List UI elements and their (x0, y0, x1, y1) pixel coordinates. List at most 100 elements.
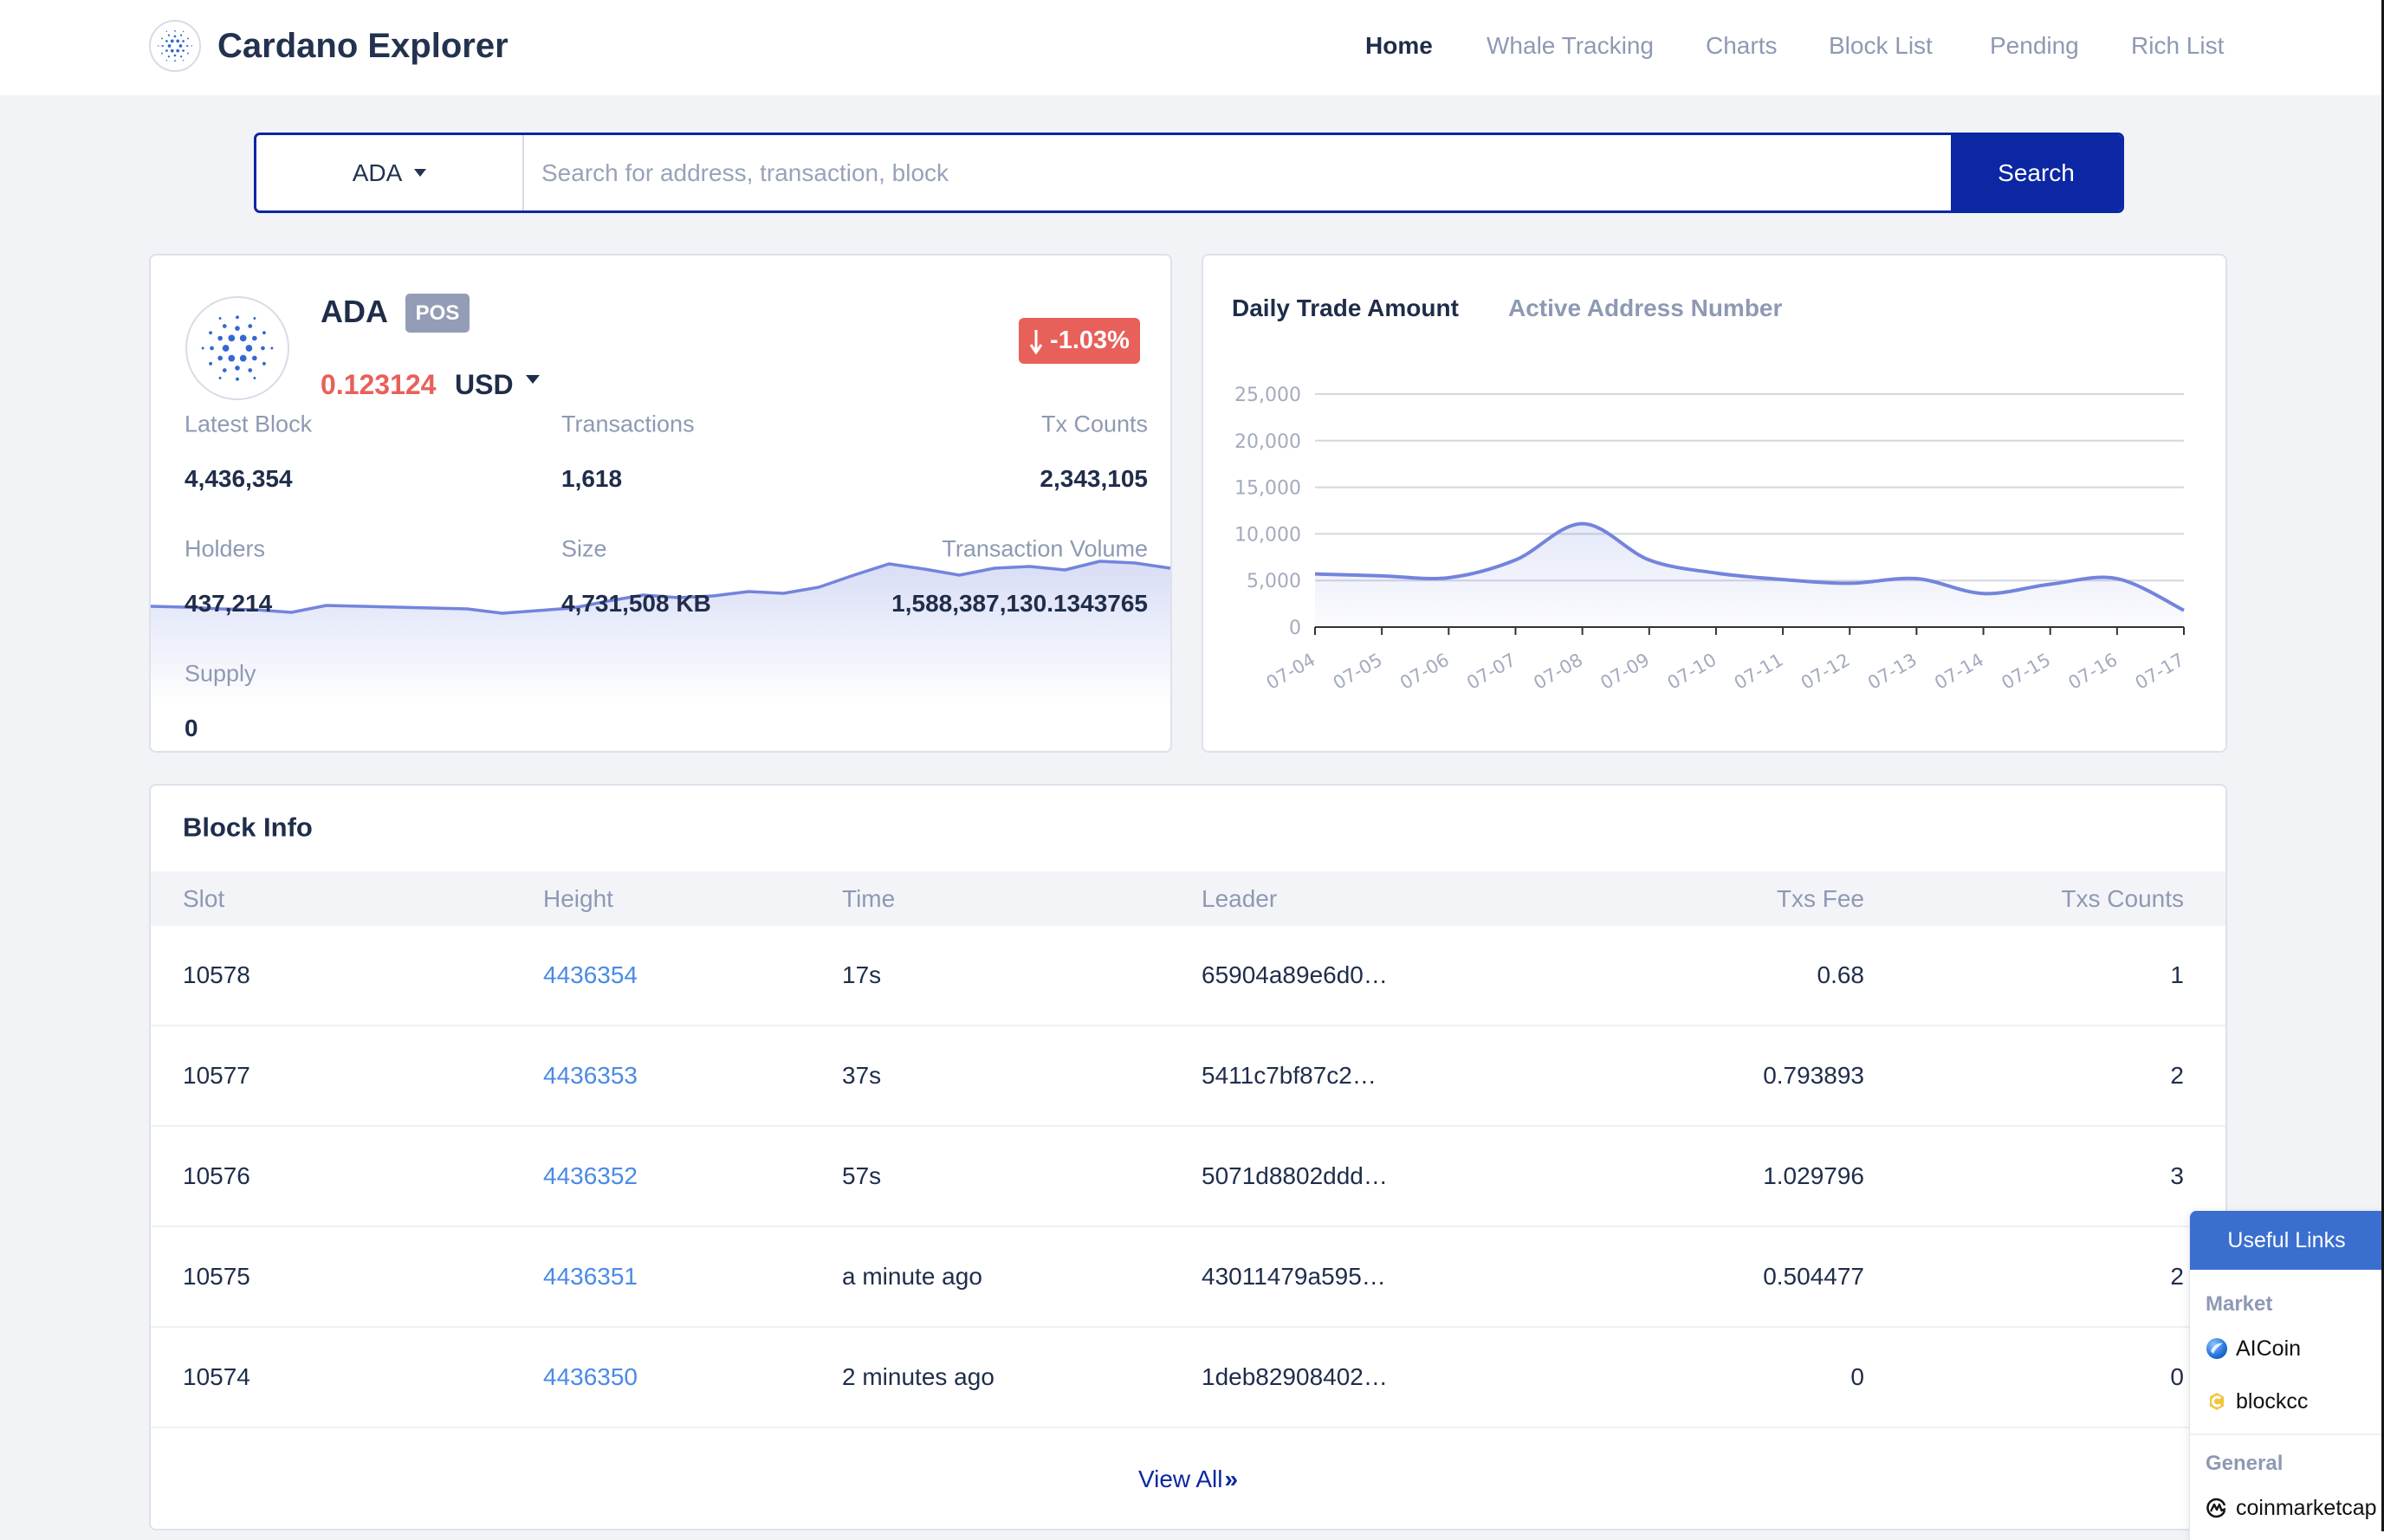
block-info-card: Block Info Slot Height Time Leader Txs F… (149, 784, 2227, 1530)
data-point[interactable] (1978, 587, 1990, 599)
consensus-badge: POS (405, 294, 470, 333)
view-all-link[interactable]: View All » (151, 1467, 2225, 1491)
column-header-slot: Slot (183, 884, 225, 912)
table-header: Slot Height Time Leader Txs Fee Txs Coun… (151, 871, 2225, 926)
nav-charts[interactable]: Charts (1706, 34, 1777, 58)
stat-value-tx-counts: 2,343,105 (1040, 465, 1148, 492)
useful-links-panel: Useful Links Market AICoin blockcc Gener… (2189, 1211, 2384, 1540)
link-coinmarketcap[interactable]: coinmarketcap (2206, 1493, 2377, 1523)
currency-select[interactable]: ADA (256, 135, 524, 210)
x-tick-label: 07-06 (1396, 650, 1453, 694)
data-point[interactable] (1643, 554, 1655, 566)
data-point[interactable] (1442, 572, 1454, 584)
stat-label-supply: Supply (185, 660, 256, 687)
cell-slot: 10577 (183, 1062, 250, 1089)
price-change-badge: -1.03% (1019, 318, 1140, 364)
data-point[interactable] (2178, 605, 2190, 617)
y-tick-label: 10,000 (1234, 524, 1301, 546)
data-point[interactable] (1309, 568, 1321, 580)
stat-label-transaction-volume: Transaction Volume (942, 535, 1148, 562)
x-tick-label: 07-17 (2132, 650, 2188, 694)
arrow-down-icon (1029, 329, 1043, 354)
view-all-label: View All (1137, 1466, 1223, 1492)
data-point[interactable] (1910, 573, 1922, 585)
link-group-market: Market (2206, 1292, 2273, 1316)
link-group-general: General (2206, 1452, 2284, 1475)
y-tick-label: 5,000 (1247, 571, 1301, 592)
cell-txs-counts: 1 (2170, 961, 2184, 988)
x-tick-label: 07-16 (2064, 650, 2121, 694)
cell-txs-counts: 2 (2170, 1263, 2184, 1290)
data-point[interactable] (1577, 518, 1589, 530)
useful-links-header[interactable]: Useful Links (2190, 1211, 2384, 1270)
table-row: 10576 4436352 57s 5071d8802ddd… 1.029796… (151, 1127, 2225, 1227)
x-tick-label: 07-14 (1931, 650, 1987, 694)
x-tick-label: 07-09 (1597, 650, 1653, 694)
y-tick-label: 0 (1289, 618, 1301, 639)
x-tick-label: 07-15 (1998, 650, 2054, 694)
data-point[interactable] (1843, 577, 1856, 589)
coin-overview-card: ADA POS 0.123124 USD -1.03% Latest Block… (149, 254, 1172, 753)
link-label: blockcc (2236, 1388, 2309, 1414)
data-point[interactable] (1376, 570, 1388, 582)
nav-whale-tracking[interactable]: Whale Tracking (1487, 34, 1654, 58)
search-bar: ADA Search (254, 133, 2124, 213)
stat-value-latest-block: 4,436,354 (185, 465, 293, 492)
stat-label-size: Size (561, 535, 607, 562)
cell-leader: 5411c7bf87c2… (1202, 1062, 1377, 1089)
search-button[interactable]: Search (1951, 135, 2122, 210)
cell-txs-counts: 2 (2170, 1062, 2184, 1089)
top-navbar: Cardano Explorer Home Whale Tracking Cha… (0, 0, 2384, 95)
cell-time: 2 minutes ago (842, 1363, 994, 1390)
nav-block-list[interactable]: Block List (1829, 34, 1933, 58)
caret-down-icon (414, 169, 427, 177)
data-point[interactable] (1777, 573, 1789, 586)
cardano-logo-icon (158, 29, 192, 62)
link-label: AICoin (2236, 1336, 2302, 1361)
data-point[interactable] (2044, 579, 2057, 591)
cell-txs-fee: 0.793893 (1763, 1062, 1864, 1089)
stat-value-supply: 0 (185, 715, 198, 741)
cell-leader: 1deb82908402… (1202, 1363, 1388, 1390)
brand-logo[interactable] (149, 20, 201, 72)
cell-height-link[interactable]: 4436353 (543, 1064, 638, 1088)
search-input[interactable] (524, 135, 1951, 210)
x-tick-label: 07-07 (1463, 650, 1519, 694)
link-aicoin[interactable]: AICoin (2206, 1334, 2301, 1363)
cell-time: 17s (842, 961, 882, 988)
y-tick-label: 15,000 (1234, 478, 1301, 500)
column-header-leader: Leader (1202, 884, 1278, 912)
quote-currency-select[interactable]: USD (455, 371, 514, 398)
stat-value-size: 4,731,508 KB (561, 590, 711, 617)
table-row: 10578 4436354 17s 65904a89e6d0… 0.68 1 (151, 926, 2225, 1026)
nav-rich-list[interactable]: Rich List (2131, 34, 2224, 58)
cell-time: a minute ago (842, 1263, 982, 1290)
tab-daily-trade-amount[interactable]: Daily Trade Amount (1232, 296, 1459, 320)
data-point[interactable] (1509, 554, 1521, 566)
cell-slot: 10575 (183, 1263, 250, 1290)
cell-txs-fee: 0.68 (1817, 961, 1865, 988)
nav-home[interactable]: Home (1365, 34, 1433, 58)
y-tick-label: 20,000 (1234, 431, 1301, 453)
cardano-logo-icon (201, 315, 274, 381)
cell-height-link[interactable]: 4436350 (543, 1365, 638, 1389)
tab-active-address-number[interactable]: Active Address Number (1508, 296, 1782, 320)
cell-leader: 65904a89e6d0… (1202, 961, 1388, 988)
table-row: 10574 4436350 2 minutes ago 1deb82908402… (151, 1328, 2225, 1428)
coin-logo (185, 296, 289, 400)
nav-pending[interactable]: Pending (1990, 34, 2079, 58)
cell-leader: 43011479a595… (1202, 1263, 1386, 1290)
cell-height-link[interactable]: 4436354 (543, 963, 638, 987)
cell-txs-fee: 0.504477 (1763, 1263, 1864, 1290)
cell-height-link[interactable]: 4436351 (543, 1265, 638, 1289)
brand-title[interactable]: Cardano Explorer (217, 29, 509, 63)
link-blockcc[interactable]: blockcc (2206, 1387, 2308, 1416)
stat-label-latest-block: Latest Block (185, 411, 313, 437)
data-point[interactable] (2111, 573, 2123, 585)
caret-down-icon[interactable] (526, 375, 540, 384)
table-row: 10575 4436351 a minute ago 43011479a595…… (151, 1227, 2225, 1328)
cell-height-link[interactable]: 4436352 (543, 1164, 638, 1188)
stat-label-tx-counts: Tx Counts (1040, 411, 1148, 437)
data-point[interactable] (1710, 567, 1722, 579)
currency-select-value: ADA (352, 159, 403, 186)
